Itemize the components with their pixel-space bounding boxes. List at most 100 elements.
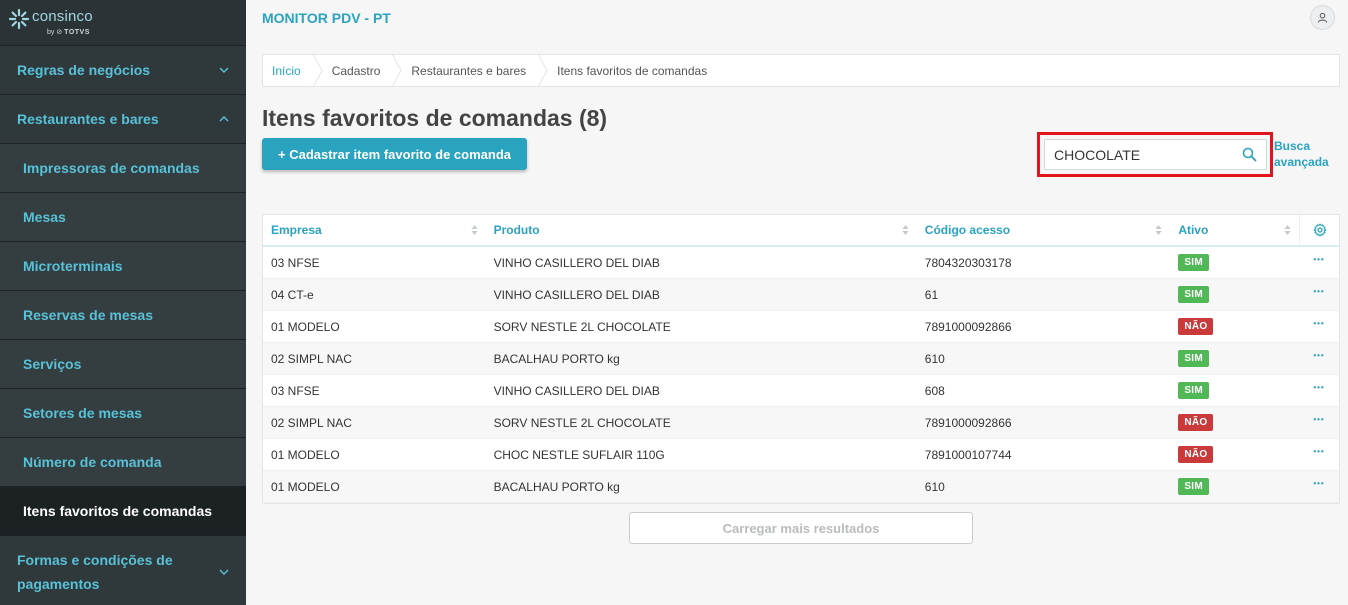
chevron-down-icon	[219, 569, 229, 575]
brand-by: by	[47, 29, 55, 36]
column-header-label: Empresa	[271, 223, 322, 237]
sidebar-item-label: Reservas de mesas	[23, 307, 153, 323]
column-header-ativo[interactable]: Ativo	[1170, 215, 1299, 245]
column-header-empresa[interactable]: Empresa	[263, 215, 486, 245]
advanced-search-link[interactable]: Busca avançada	[1274, 138, 1334, 170]
cell-empresa: 04 CT-e	[271, 287, 314, 302]
sidebar-item-label: Microterminais	[23, 258, 123, 274]
cell-ativo: SIM	[1170, 286, 1299, 303]
sort-icon	[1284, 225, 1291, 235]
cell-produto: VINHO CASILLERO DEL DIAB	[493, 287, 660, 302]
sidebar-item-label: Regras de negócios	[17, 62, 151, 78]
table-body: 03 NFSE VINHO CASILLERO DEL DIAB 780432030…	[263, 247, 1339, 503]
consinco-logo-icon	[8, 8, 30, 30]
cell-codigo: 7891000092866	[924, 319, 1012, 334]
status-badge: NÃO	[1178, 414, 1214, 431]
table-row[interactable]: 01 MODELO CHOC NESTLE SUFLAIR 110G 7891000…	[263, 439, 1339, 471]
cell-codigo: 61	[924, 287, 939, 302]
sidebar-item[interactable]: Regras de negócios	[0, 45, 246, 94]
sidebar-item[interactable]: Formas e condições de pagamentos	[0, 535, 246, 605]
sidebar-item[interactable]: Mesas	[0, 192, 246, 241]
load-more-button[interactable]: Carregar mais resultados	[629, 512, 973, 544]
cell-produto: BACALHAU PORTO kg	[493, 351, 620, 366]
status-badge: SIM	[1178, 350, 1209, 367]
sidebar-item[interactable]: Restaurantes e bares	[0, 94, 246, 143]
column-header-label: Produto	[493, 223, 540, 237]
brand-name: consinco	[32, 8, 93, 25]
search-input[interactable]: CHOCOLATE	[1044, 139, 1267, 170]
breadcrumb-restaurantes[interactable]: Restaurantes e bares	[402, 55, 538, 86]
sidebar-item[interactable]: Setores de mesas	[0, 388, 246, 437]
table-row[interactable]: 01 MODELO SORV NESTLE 2L CHOCOLATE 7891000…	[263, 311, 1339, 343]
column-header-label: Ativo	[1178, 223, 1209, 237]
more-horizontal-icon[interactable]: •••	[1313, 447, 1324, 456]
sort-icon	[1155, 225, 1162, 235]
sidebar-item[interactable]: Reservas de mesas	[0, 290, 246, 339]
table-row[interactable]: 02 SIMPL NAC BACALHAU PORTO kg 610 SIM •••	[263, 343, 1339, 375]
cell-empresa: 01 MODELO	[271, 479, 340, 494]
table-row[interactable]: 03 NFSE VINHO CASILLERO DEL DIAB 780432030…	[263, 247, 1339, 279]
more-horizontal-icon[interactable]: •••	[1313, 287, 1324, 296]
sidebar-item-label: Restaurantes e bares	[17, 111, 159, 127]
sidebar-item-label: Número de comanda	[23, 454, 162, 470]
breadcrumb-separator-icon	[392, 54, 402, 87]
table-row[interactable]: 02 SIMPL NAC SORV NESTLE 2L CHOCOLATE 7891…	[263, 407, 1339, 439]
column-header-label: Código acesso	[924, 223, 1011, 237]
sidebar-item[interactable]: Serviços	[0, 339, 246, 388]
more-horizontal-icon[interactable]: •••	[1313, 415, 1324, 424]
cell-produto: CHOC NESTLE SUFLAIR 110G	[493, 447, 665, 462]
brand-partner-name: TOTVS	[64, 29, 90, 36]
sidebar-item[interactable]: Impressoras de comandas	[0, 143, 246, 192]
breadcrumb: Início Cadastro Restaurantes e bares Ite…	[262, 54, 1340, 87]
cell-codigo: 610	[924, 479, 945, 494]
cell-empresa: 02 SIMPL NAC	[271, 351, 352, 366]
sidebar-item[interactable]: Itens favoritos de comandas	[0, 486, 246, 535]
cell-ativo: SIM	[1170, 382, 1299, 399]
app-title: MONITOR PDV - PT	[262, 10, 391, 26]
add-favorite-item-button[interactable]: + Cadastrar item favorito de comanda	[262, 138, 527, 170]
column-header-produto[interactable]: Produto	[486, 215, 917, 245]
sidebar-item-label: Formas e condições de pagamentos	[17, 551, 173, 592]
cell-ativo: NÃO	[1170, 414, 1299, 431]
cell-codigo: 610	[924, 351, 945, 366]
sidebar-item-label: Setores de mesas	[23, 405, 143, 421]
cell-codigo: 7804320303178	[924, 255, 1012, 270]
more-horizontal-icon[interactable]: •••	[1313, 319, 1324, 328]
cell-ativo: SIM	[1170, 478, 1299, 495]
cell-empresa: 02 SIMPL NAC	[271, 415, 352, 430]
more-horizontal-icon[interactable]: •••	[1313, 255, 1324, 264]
sort-icon	[471, 225, 478, 235]
cell-produto: SORV NESTLE 2L CHOCOLATE	[493, 319, 671, 334]
search-icon[interactable]	[1242, 147, 1257, 162]
status-badge: NÃO	[1178, 318, 1214, 335]
cell-ativo: NÃO	[1170, 446, 1299, 463]
gear-icon[interactable]	[1313, 223, 1327, 237]
table-row[interactable]: 01 MODELO BACALHAU PORTO kg 610 SIM •••	[263, 471, 1339, 503]
brand-logo[interactable]: consinco by ⊘ TOTVS	[0, 0, 246, 45]
cell-produto: VINHO CASILLERO DEL DIAB	[493, 255, 660, 270]
more-horizontal-icon[interactable]: •••	[1313, 351, 1324, 360]
breadcrumb-cadastro[interactable]: Cadastro	[323, 55, 393, 86]
sidebar: consinco by ⊘ TOTVS Regras de negócios Re…	[0, 0, 246, 605]
more-horizontal-icon[interactable]: •••	[1313, 479, 1324, 488]
chevron-up-icon	[219, 116, 229, 122]
breadcrumb-current: Itens favoritos de comandas	[557, 63, 708, 78]
sidebar-item[interactable]: Número de comanda	[0, 437, 246, 486]
more-horizontal-icon[interactable]: •••	[1313, 383, 1324, 392]
column-header-codigo[interactable]: Código acesso	[917, 215, 1171, 245]
breadcrumb-separator-icon	[538, 54, 548, 87]
user-avatar[interactable]	[1310, 5, 1335, 30]
cell-produto: SORV NESTLE 2L CHOCOLATE	[493, 415, 671, 430]
table-row[interactable]: 03 NFSE VINHO CASILLERO DEL DIAB 608 SIM •••	[263, 375, 1339, 407]
table-header: Empresa Produto Código acesso Ativo	[263, 215, 1339, 247]
status-badge: SIM	[1178, 382, 1209, 399]
table-settings[interactable]	[1299, 215, 1339, 245]
sidebar-item[interactable]: Microterminais	[0, 241, 246, 290]
table-row[interactable]: 04 CT-e VINHO CASILLERO DEL DIAB 61 SIM •••	[263, 279, 1339, 311]
cell-empresa: 01 MODELO	[271, 319, 340, 334]
user-icon	[1317, 12, 1328, 23]
breadcrumb-inicio[interactable]: Início	[263, 55, 313, 86]
sidebar-item-label: Serviços	[23, 356, 82, 372]
sidebar-item-label: Mesas	[23, 209, 66, 225]
breadcrumb-separator-icon	[312, 54, 323, 87]
